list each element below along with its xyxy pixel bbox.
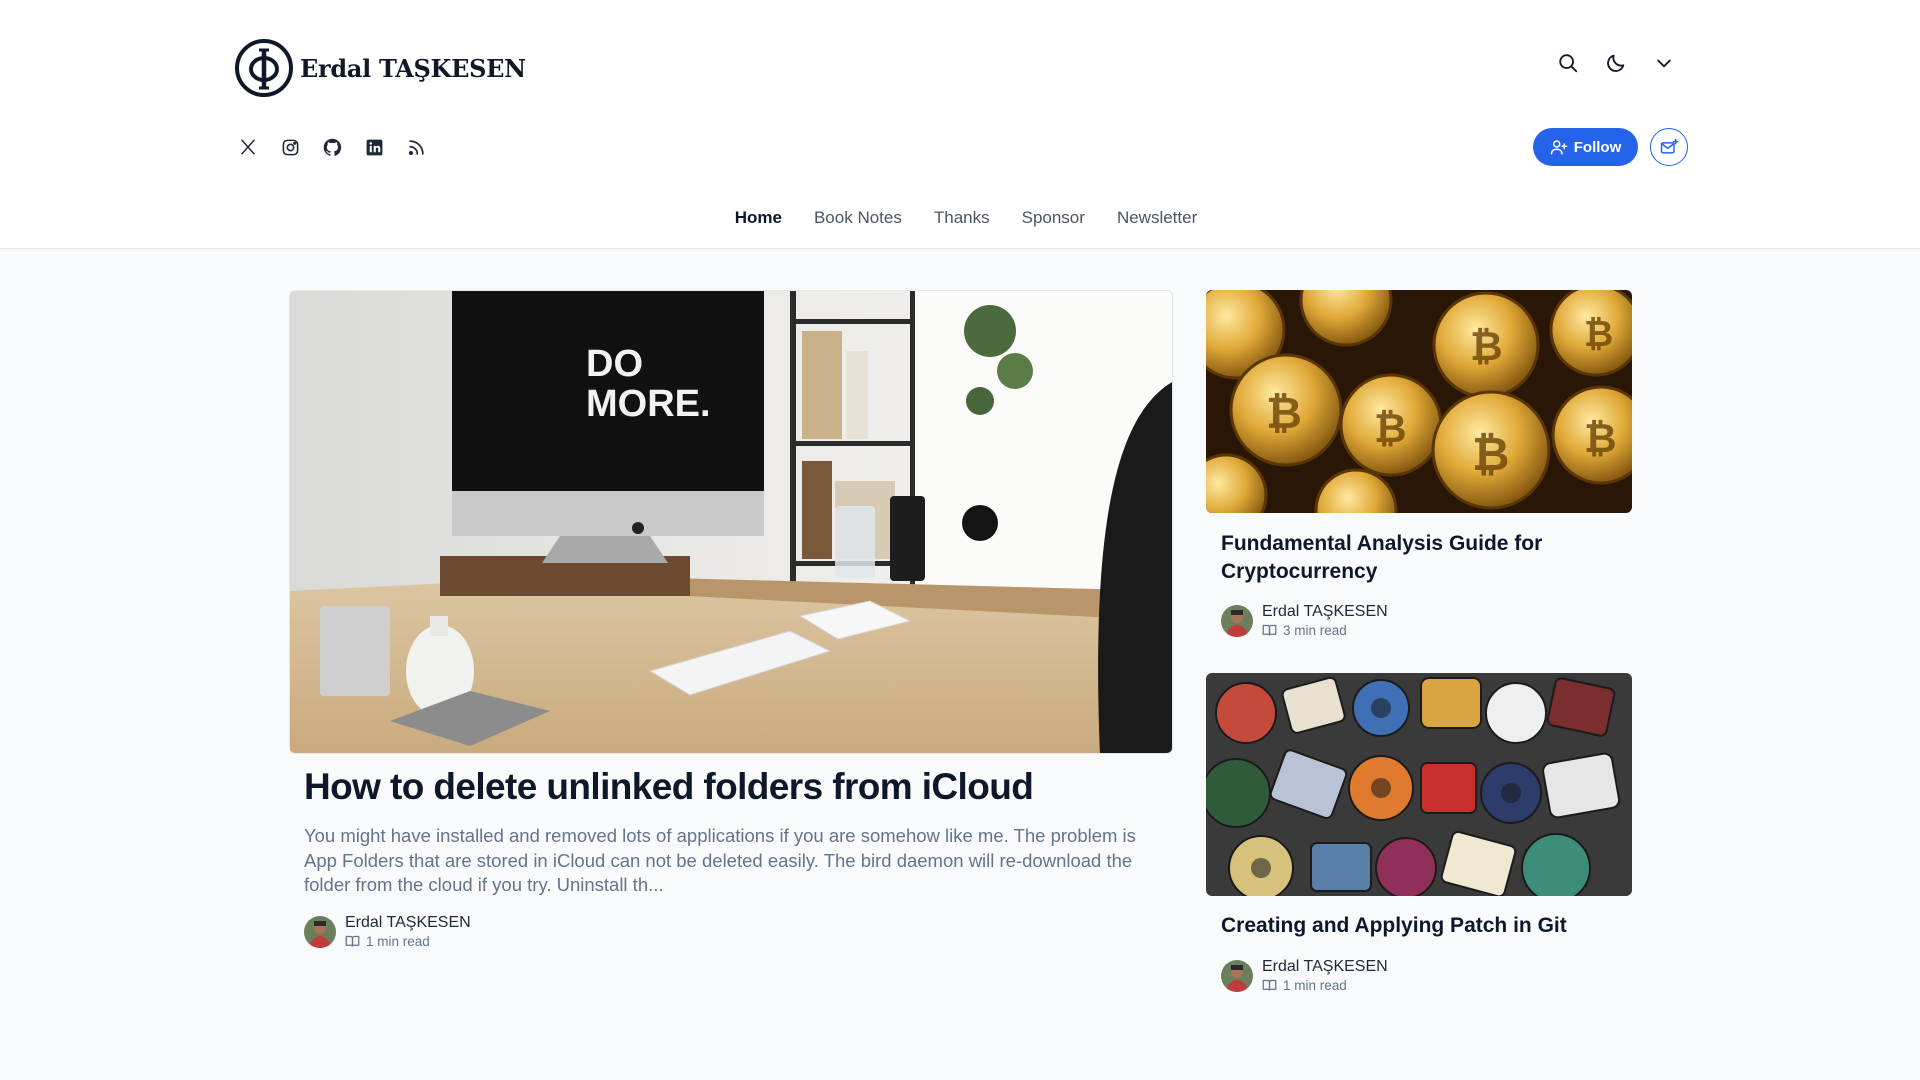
post-card-title[interactable]: Fundamental Analysis Guide for Cryptocur… (1221, 530, 1621, 586)
subscribe-newsletter-button[interactable] (1650, 128, 1688, 166)
github-icon[interactable] (320, 135, 344, 159)
rss-icon[interactable] (404, 135, 428, 159)
social-links (236, 135, 428, 159)
author-name[interactable]: Erdal TAŞKESEN (345, 914, 471, 932)
svg-text:₿: ₿ (1584, 417, 1617, 461)
read-time-label: 1 min read (1283, 978, 1347, 993)
mail-plus-icon (1660, 138, 1679, 154)
header-actions (1555, 50, 1677, 76)
book-open-icon (1262, 624, 1277, 636)
post-card-meta: Erdal TAŞKESEN 3 min read (1221, 603, 1388, 638)
nav-item-newsletter[interactable]: Newsletter (1117, 208, 1197, 228)
svg-text:MORE.: MORE. (586, 383, 711, 425)
linkedin-icon[interactable] (362, 135, 386, 159)
author-avatar[interactable] (304, 915, 336, 948)
book-open-icon (1262, 979, 1277, 991)
author-name[interactable]: Erdal TAŞKESEN (1262, 958, 1388, 976)
main-navigation: Home Book Notes Thanks Sponsor Newslette… (0, 208, 1920, 228)
x-icon[interactable] (236, 135, 260, 159)
post-card-title[interactable]: Creating and Applying Patch in Git (1221, 912, 1621, 940)
svg-text:₿: ₿ (1472, 428, 1510, 480)
author-avatar[interactable] (1221, 959, 1253, 992)
post-card-image-crypto[interactable]: ₿ ₿ ₿ ₿ ₿ ₿ (1206, 290, 1632, 513)
site-logo[interactable]: Erdal TAŞKESEN (234, 38, 526, 98)
nav-item-thanks[interactable]: Thanks (934, 208, 990, 228)
search-icon[interactable] (1555, 50, 1581, 76)
site-header: Erdal TAŞKESEN Follow Home Book Notes Th… (0, 0, 1920, 249)
moon-icon[interactable] (1603, 50, 1629, 76)
svg-text:₿: ₿ (1470, 325, 1503, 369)
read-time: 3 min read (1262, 623, 1388, 638)
user-plus-icon (1550, 140, 1567, 155)
nav-item-book-notes[interactable]: Book Notes (814, 208, 902, 228)
read-time: 1 min read (345, 934, 471, 949)
read-time-label: 1 min read (366, 934, 430, 949)
svg-text:₿: ₿ (1266, 389, 1302, 438)
featured-post-title[interactable]: How to delete unlinked folders from iClo… (304, 766, 1164, 808)
author-avatar[interactable] (1221, 604, 1253, 637)
follow-label: Follow (1573, 138, 1622, 156)
nav-item-home[interactable]: Home (735, 208, 782, 228)
site-name: Erdal TAŞKESEN (300, 53, 526, 83)
author-name[interactable]: Erdal TAŞKESEN (1262, 603, 1388, 621)
featured-post-meta: Erdal TAŞKESEN 1 min read (304, 914, 471, 949)
svg-text:DO: DO (586, 343, 643, 385)
follow-button[interactable]: Follow (1533, 128, 1638, 166)
post-card-meta: Erdal TAŞKESEN 1 min read (1221, 958, 1388, 993)
nav-item-sponsor[interactable]: Sponsor (1022, 208, 1085, 228)
read-time: 1 min read (1262, 978, 1388, 993)
svg-text:₿: ₿ (1584, 313, 1613, 354)
chevron-down-icon[interactable] (1651, 50, 1677, 76)
featured-post-excerpt: You might have installed and removed lot… (304, 825, 1136, 895)
svg-text:₿: ₿ (1374, 407, 1407, 451)
instagram-icon[interactable] (278, 135, 302, 159)
phi-logo-icon (235, 39, 293, 97)
read-time-label: 3 min read (1283, 623, 1347, 638)
post-card-image-patches[interactable] (1206, 673, 1632, 896)
book-open-icon (345, 935, 360, 947)
featured-post-image[interactable]: DO MORE. (289, 290, 1173, 754)
